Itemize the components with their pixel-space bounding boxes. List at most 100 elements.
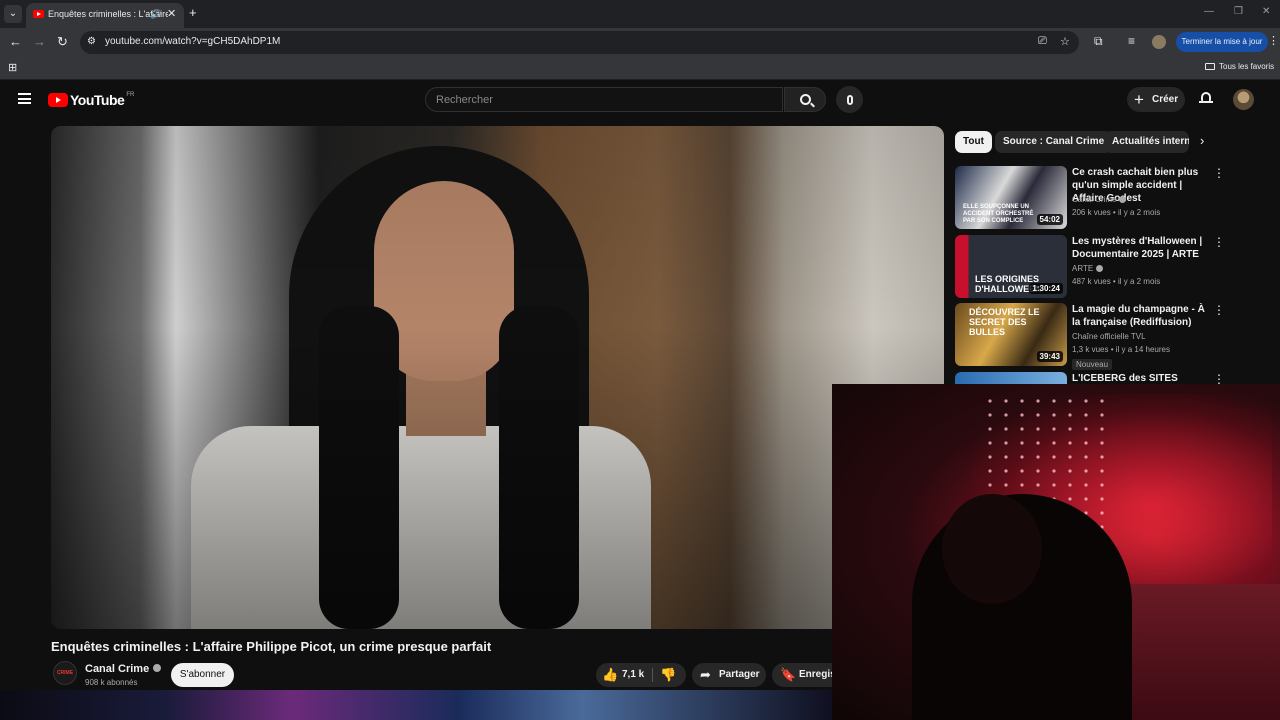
recommendation-title[interactable]: L'ICEBERG des SITES INTERNET: [1072, 372, 1212, 384]
media-controls-icon[interactable]: ≡: [1128, 34, 1135, 48]
video-frame-shade: [51, 126, 944, 629]
views: 487 k vues: [1072, 277, 1111, 286]
youtube-logo[interactable]: YouTube FR: [48, 92, 134, 108]
chevron-down-icon: ⌄: [8, 8, 18, 19]
recommendation-title[interactable]: Les mystères d'Halloween | Documentaire …: [1072, 235, 1212, 261]
plus-icon: +: [1134, 90, 1144, 109]
thumbnail-text: DÉCOUVREZ LE SECRET DES BULLES: [969, 307, 1040, 337]
recommendation-thumbnail[interactable]: [955, 372, 1067, 384]
like-separator: [652, 668, 653, 682]
all-bookmarks-button[interactable]: Tous les favoris: [1205, 62, 1274, 71]
recommendation-meta: 206 k vues • il y a 2 mois: [1072, 208, 1161, 217]
like-dislike-group: 👍 7,1 k 👎: [596, 663, 686, 687]
verified-icon: [153, 664, 162, 672]
recommendation-channel[interactable]: Canal Crime: [1072, 195, 1127, 204]
description-banner: [0, 690, 832, 720]
search-placeholder: Rechercher: [436, 94, 493, 106]
video-title: Enquêtes criminelles : L'affaire Philipp…: [51, 639, 492, 654]
like-count[interactable]: 7,1 k: [622, 663, 644, 687]
profile-avatar[interactable]: [1152, 35, 1166, 49]
chip-all[interactable]: Tout: [955, 131, 992, 153]
share-label: Partager: [719, 669, 760, 680]
tab-search-button[interactable]: ⌄: [4, 5, 22, 23]
thumbnail-text: ELLE SOUPÇONNE UN ACCIDENT ORCHESTRÉ PAR…: [963, 204, 1034, 224]
views: 1,3 k vues: [1072, 345, 1109, 354]
recommendation-item[interactable]: ELLE SOUPÇONNE UN ACCIDENT ORCHESTRÉ PAR…: [955, 166, 1265, 230]
recommendation-meta: 487 k vues • il y a 2 mois: [1072, 277, 1161, 286]
recommendation-item[interactable]: L'ICEBERG des SITES INTERNET ⋮: [955, 372, 1265, 384]
recommendation-channel[interactable]: ARTE: [1072, 264, 1104, 273]
recommendation-item[interactable]: LES ORIGINES D'HALLOWEEN 1:30:24 Les mys…: [955, 235, 1265, 299]
restore-icon[interactable]: ❐: [1234, 6, 1243, 17]
recommendation-channel[interactable]: Chaîne officielle TVL: [1072, 332, 1146, 341]
microphone-icon: [846, 94, 853, 105]
window-close-icon[interactable]: ✕: [1262, 6, 1270, 17]
extensions-icon[interactable]: ⧉: [1094, 34, 1103, 49]
hamburger-menu-icon[interactable]: [18, 93, 31, 104]
recommendation-thumbnail[interactable]: DÉCOUVREZ LE SECRET DES BULLES 39:43: [955, 303, 1067, 366]
audio-playing-icon[interactable]: 🔊: [150, 9, 161, 20]
reload-icon[interactable]: ↻: [57, 34, 68, 50]
notifications-bell-icon[interactable]: [1199, 91, 1213, 104]
create-label: Créer: [1152, 94, 1179, 105]
age: il y a 14 heures: [1115, 345, 1170, 354]
minimize-icon[interactable]: —: [1204, 6, 1214, 17]
views: 206 k vues: [1072, 208, 1111, 217]
verified-icon: [1119, 196, 1127, 203]
duration-badge: 1:30:24: [1029, 283, 1063, 294]
share-icon: ➦: [700, 667, 711, 682]
youtube-play-icon: [48, 93, 68, 107]
folder-icon: [1205, 63, 1215, 70]
recommendation-meta: 1,3 k vues • il y a 14 heures: [1072, 345, 1170, 354]
back-icon[interactable]: ←: [9, 34, 22, 49]
create-button[interactable]: + Créer: [1127, 87, 1185, 112]
voice-search-button[interactable]: [836, 86, 863, 113]
tab-close-icon[interactable]: ✕: [167, 7, 176, 20]
more-options-icon[interactable]: ⋮: [1213, 235, 1225, 249]
logo-text: YouTube: [70, 92, 125, 108]
video-player[interactable]: [51, 126, 944, 629]
recommendation-thumbnail[interactable]: ELLE SOUPÇONNE UN ACCIDENT ORCHESTRÉ PAR…: [955, 166, 1067, 229]
webcam-overlay: [832, 384, 1280, 720]
subscriber-count: 908 k abonnés: [85, 678, 138, 687]
bookmark-star-icon[interactable]: ☆: [1060, 35, 1070, 48]
youtube-favicon-icon: [33, 10, 44, 18]
address-bar[interactable]: ⚙ youtube.com/watch?v=gCH5DAhDP1M ⎚ ☆: [80, 31, 1079, 54]
age: il y a 2 mois: [1117, 277, 1161, 286]
apps-grid-icon[interactable]: ⊞: [8, 61, 17, 74]
search-button[interactable]: [784, 87, 826, 112]
channel-name-link[interactable]: Canal Crime: [85, 663, 162, 675]
channel-avatar[interactable]: CRIME: [53, 661, 77, 685]
search-input[interactable]: Rechercher: [425, 87, 783, 112]
chevron-right-icon[interactable]: ›: [1200, 133, 1204, 148]
site-info-icon[interactable]: ⚙: [87, 36, 96, 47]
more-options-icon[interactable]: ⋮: [1213, 303, 1225, 317]
new-tab-button[interactable]: +: [189, 5, 197, 20]
chip-source[interactable]: Source : Canal Crime: [995, 131, 1113, 153]
chip-news[interactable]: Actualités internationales: [1104, 131, 1189, 153]
browser-tab-active[interactable]: Enquêtes criminelles : L'affaire 🔊 ✕: [26, 3, 184, 28]
more-options-icon[interactable]: ⋮: [1213, 372, 1225, 384]
search-icon: [799, 94, 811, 105]
age: il y a 2 mois: [1117, 208, 1161, 217]
update-button[interactable]: Terminer la mise à jour: [1176, 32, 1268, 52]
thumbs-up-icon[interactable]: 👍: [602, 663, 618, 687]
country-code: FR: [126, 92, 135, 98]
forward-icon[interactable]: →: [33, 34, 46, 49]
address-url[interactable]: youtube.com/watch?v=gCH5DAhDP1M: [105, 36, 280, 47]
browser-tabstrip: ⌄ Enquêtes criminelles : L'affaire 🔊 ✕ +…: [0, 0, 1280, 28]
all-bookmarks-label: Tous les favoris: [1219, 62, 1275, 71]
recommendation-title[interactable]: La magie du champagne - À la française (…: [1072, 303, 1212, 329]
thumbs-down-icon[interactable]: 👎: [660, 663, 676, 687]
bookmark-icon: 🔖: [780, 667, 797, 682]
install-app-icon[interactable]: ⎚: [1038, 35, 1047, 48]
account-avatar[interactable]: [1233, 89, 1254, 110]
browser-menu-icon[interactable]: ⋮: [1268, 34, 1279, 47]
share-button[interactable]: ➦ Partager: [692, 663, 766, 687]
recommendation-thumbnail[interactable]: LES ORIGINES D'HALLOWEEN 1:30:24: [955, 235, 1067, 298]
subscribe-button[interactable]: S'abonner: [171, 663, 234, 687]
duration-badge: 39:43: [1036, 351, 1063, 362]
recommendation-item[interactable]: DÉCOUVREZ LE SECRET DES BULLES 39:43 La …: [955, 303, 1265, 370]
more-options-icon[interactable]: ⋮: [1213, 166, 1225, 180]
channel-label: ARTE: [1072, 264, 1094, 273]
